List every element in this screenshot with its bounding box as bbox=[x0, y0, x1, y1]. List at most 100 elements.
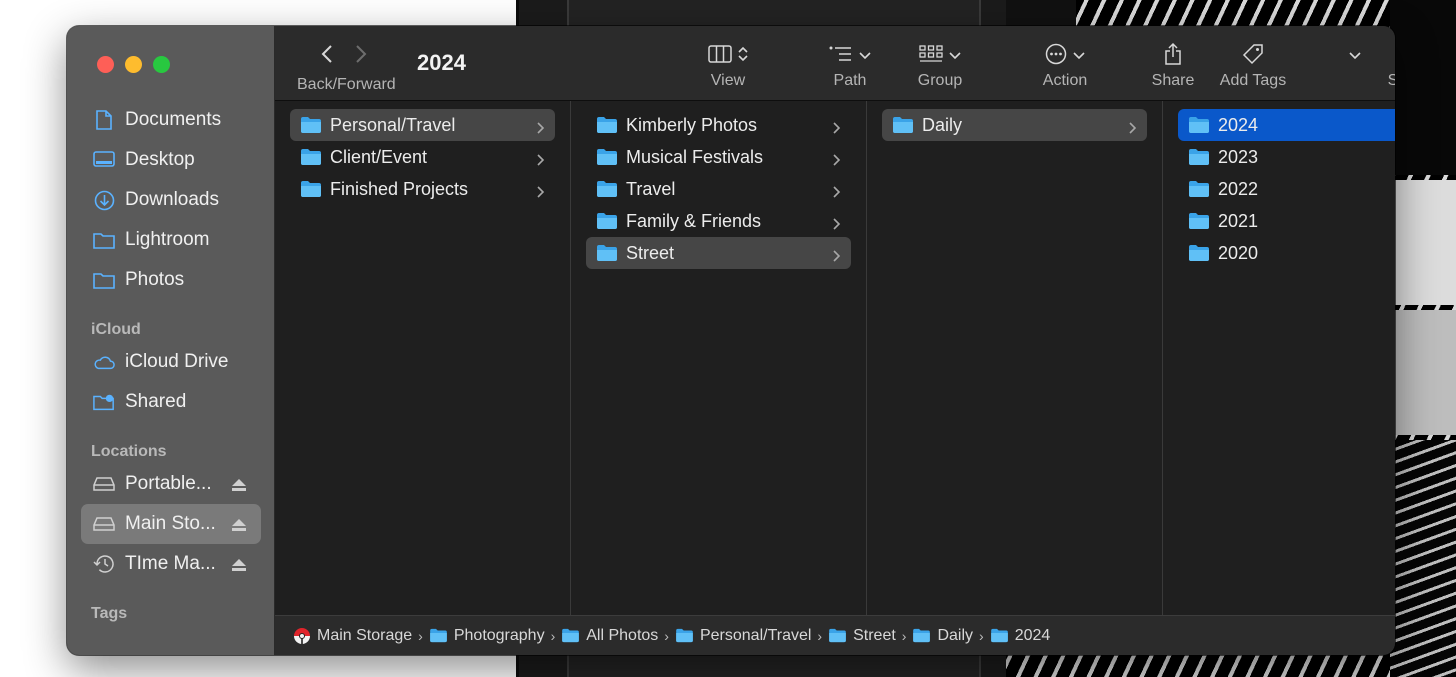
sidebar-section-icloud: iCloud bbox=[91, 321, 141, 338]
folder-icon bbox=[892, 116, 914, 134]
list-item[interactable]: 2022 bbox=[1178, 173, 1380, 205]
desktop-icon bbox=[93, 149, 115, 171]
eject-icon[interactable] bbox=[231, 556, 247, 578]
sidebar-item-photos[interactable]: Photos bbox=[81, 260, 261, 300]
sidebar-item-shared[interactable]: Shared bbox=[81, 382, 261, 422]
drive-icon bbox=[93, 513, 115, 535]
list-item[interactable]: Client/Event bbox=[290, 141, 555, 173]
sidebar-item-downloads[interactable]: Downloads bbox=[81, 180, 261, 220]
list-item[interactable]: Personal/Travel bbox=[290, 109, 555, 141]
window-controls bbox=[97, 56, 170, 73]
list-item[interactable]: Street bbox=[586, 237, 851, 269]
search-button[interactable]: Search bbox=[1381, 40, 1395, 90]
close-window-button[interactable] bbox=[97, 56, 114, 73]
sidebar-item-label: iCloud Drive bbox=[125, 351, 229, 372]
path-crumb-main-storage[interactable]: Main Storage bbox=[293, 627, 412, 645]
path-crumb-daily[interactable]: Daily bbox=[912, 627, 973, 645]
sidebar-item-desktop[interactable]: Desktop bbox=[81, 140, 261, 180]
add-tags-button[interactable]: Add Tags bbox=[1213, 40, 1293, 90]
sidebar-item-label: Portable... bbox=[125, 473, 212, 494]
document-icon bbox=[93, 109, 115, 131]
folder-icon bbox=[1188, 244, 1210, 262]
folder-icon bbox=[300, 148, 322, 166]
list-item[interactable]: 2020 bbox=[1178, 237, 1380, 269]
more-toolbar-button[interactable] bbox=[1345, 40, 1365, 72]
list-item[interactable]: 2023 bbox=[1178, 141, 1380, 173]
sidebar-item-lightroom[interactable]: Lightroom bbox=[81, 220, 261, 260]
sidebar-item-label: Photos bbox=[125, 269, 185, 290]
path-crumb-all-photos[interactable]: All Photos bbox=[561, 627, 658, 645]
time-machine-icon bbox=[93, 553, 115, 575]
drive-icon bbox=[93, 473, 115, 495]
folder-icon bbox=[429, 628, 448, 643]
sidebar-item-main-storage[interactable]: Main Sto... bbox=[81, 504, 261, 544]
column-1: Personal/Travel Client/Event Finished Pr… bbox=[275, 101, 571, 615]
chevron-right-icon bbox=[537, 182, 545, 203]
folder-icon bbox=[596, 116, 618, 134]
column-browser: Personal/Travel Client/Event Finished Pr… bbox=[275, 101, 1395, 615]
add-tags-label: Add Tags bbox=[1219, 72, 1287, 89]
view-button[interactable]: View bbox=[695, 40, 761, 90]
share-icon bbox=[1164, 42, 1182, 71]
zoom-window-button[interactable] bbox=[153, 56, 170, 73]
back-forward-label: Back/Forward bbox=[297, 76, 396, 93]
folder-icon bbox=[596, 180, 618, 198]
path-crumb-street[interactable]: Street bbox=[828, 627, 896, 645]
chevron-right-icon bbox=[1129, 118, 1137, 139]
download-icon bbox=[93, 189, 115, 211]
chevron-right-icon bbox=[833, 182, 841, 203]
search-label: Search bbox=[1387, 72, 1395, 89]
chevron-right-icon bbox=[833, 214, 841, 235]
eject-icon[interactable] bbox=[231, 516, 247, 538]
path-list-icon bbox=[829, 46, 853, 67]
list-item[interactable]: Kimberly Photos bbox=[586, 109, 851, 141]
folder-icon bbox=[596, 148, 618, 166]
action-button[interactable]: Action bbox=[1015, 40, 1115, 90]
chevron-down-icon bbox=[859, 47, 871, 65]
group-grid-icon bbox=[919, 44, 943, 68]
path-label: Path bbox=[833, 72, 867, 89]
window-title: 2024 bbox=[417, 50, 466, 75]
sidebar-item-portable[interactable]: Portable... bbox=[81, 464, 261, 504]
path-crumb-personal-travel[interactable]: Personal/Travel bbox=[675, 627, 811, 645]
finder-window: Documents Desktop Downloads Lightroom Ph… bbox=[67, 26, 1395, 655]
back-button[interactable] bbox=[321, 44, 333, 69]
list-item[interactable]: 2021 bbox=[1178, 205, 1380, 237]
list-item[interactable]: Family & Friends bbox=[586, 205, 851, 237]
chevron-right-icon bbox=[833, 118, 841, 139]
chevron-right-icon bbox=[537, 118, 545, 139]
folder-icon bbox=[1188, 180, 1210, 198]
list-item[interactable]: Musical Festivals bbox=[586, 141, 851, 173]
chevron-right-icon: › bbox=[664, 627, 669, 644]
forward-button[interactable] bbox=[355, 44, 367, 69]
folder-icon bbox=[675, 628, 694, 643]
sidebar-item-label: Documents bbox=[125, 109, 222, 130]
chevron-down-icon bbox=[1349, 47, 1361, 65]
list-item[interactable]: 2024 bbox=[1178, 109, 1395, 141]
eject-icon[interactable] bbox=[231, 476, 247, 498]
group-button[interactable]: Group bbox=[893, 40, 987, 90]
list-item[interactable]: Finished Projects bbox=[290, 173, 555, 205]
folder-icon bbox=[300, 180, 322, 198]
column-3: Daily bbox=[867, 101, 1163, 615]
list-item[interactable]: Daily bbox=[882, 109, 1147, 141]
path-crumb-2024[interactable]: 2024 bbox=[990, 627, 1050, 645]
stepper-icon bbox=[738, 45, 748, 68]
list-item[interactable]: Travel bbox=[586, 173, 851, 205]
folder-icon bbox=[561, 628, 580, 643]
path-crumb-photography[interactable]: Photography bbox=[429, 627, 545, 645]
group-label: Group bbox=[917, 72, 963, 89]
sidebar-item-label: Main Sto... bbox=[125, 513, 216, 534]
chevron-right-icon bbox=[537, 150, 545, 171]
cloud-icon bbox=[93, 351, 115, 373]
folder-icon bbox=[93, 269, 115, 291]
share-button[interactable]: Share bbox=[1139, 40, 1207, 90]
sidebar-item-documents[interactable]: Documents bbox=[81, 100, 261, 140]
sidebar: Documents Desktop Downloads Lightroom Ph… bbox=[67, 26, 275, 655]
minimize-window-button[interactable] bbox=[125, 56, 142, 73]
sidebar-item-time-machine[interactable]: TIme Ma... bbox=[81, 544, 261, 584]
sidebar-item-icloud-drive[interactable]: iCloud Drive bbox=[81, 342, 261, 382]
folder-icon bbox=[596, 244, 618, 262]
folder-icon bbox=[93, 229, 115, 251]
path-button[interactable]: Path bbox=[815, 40, 885, 90]
